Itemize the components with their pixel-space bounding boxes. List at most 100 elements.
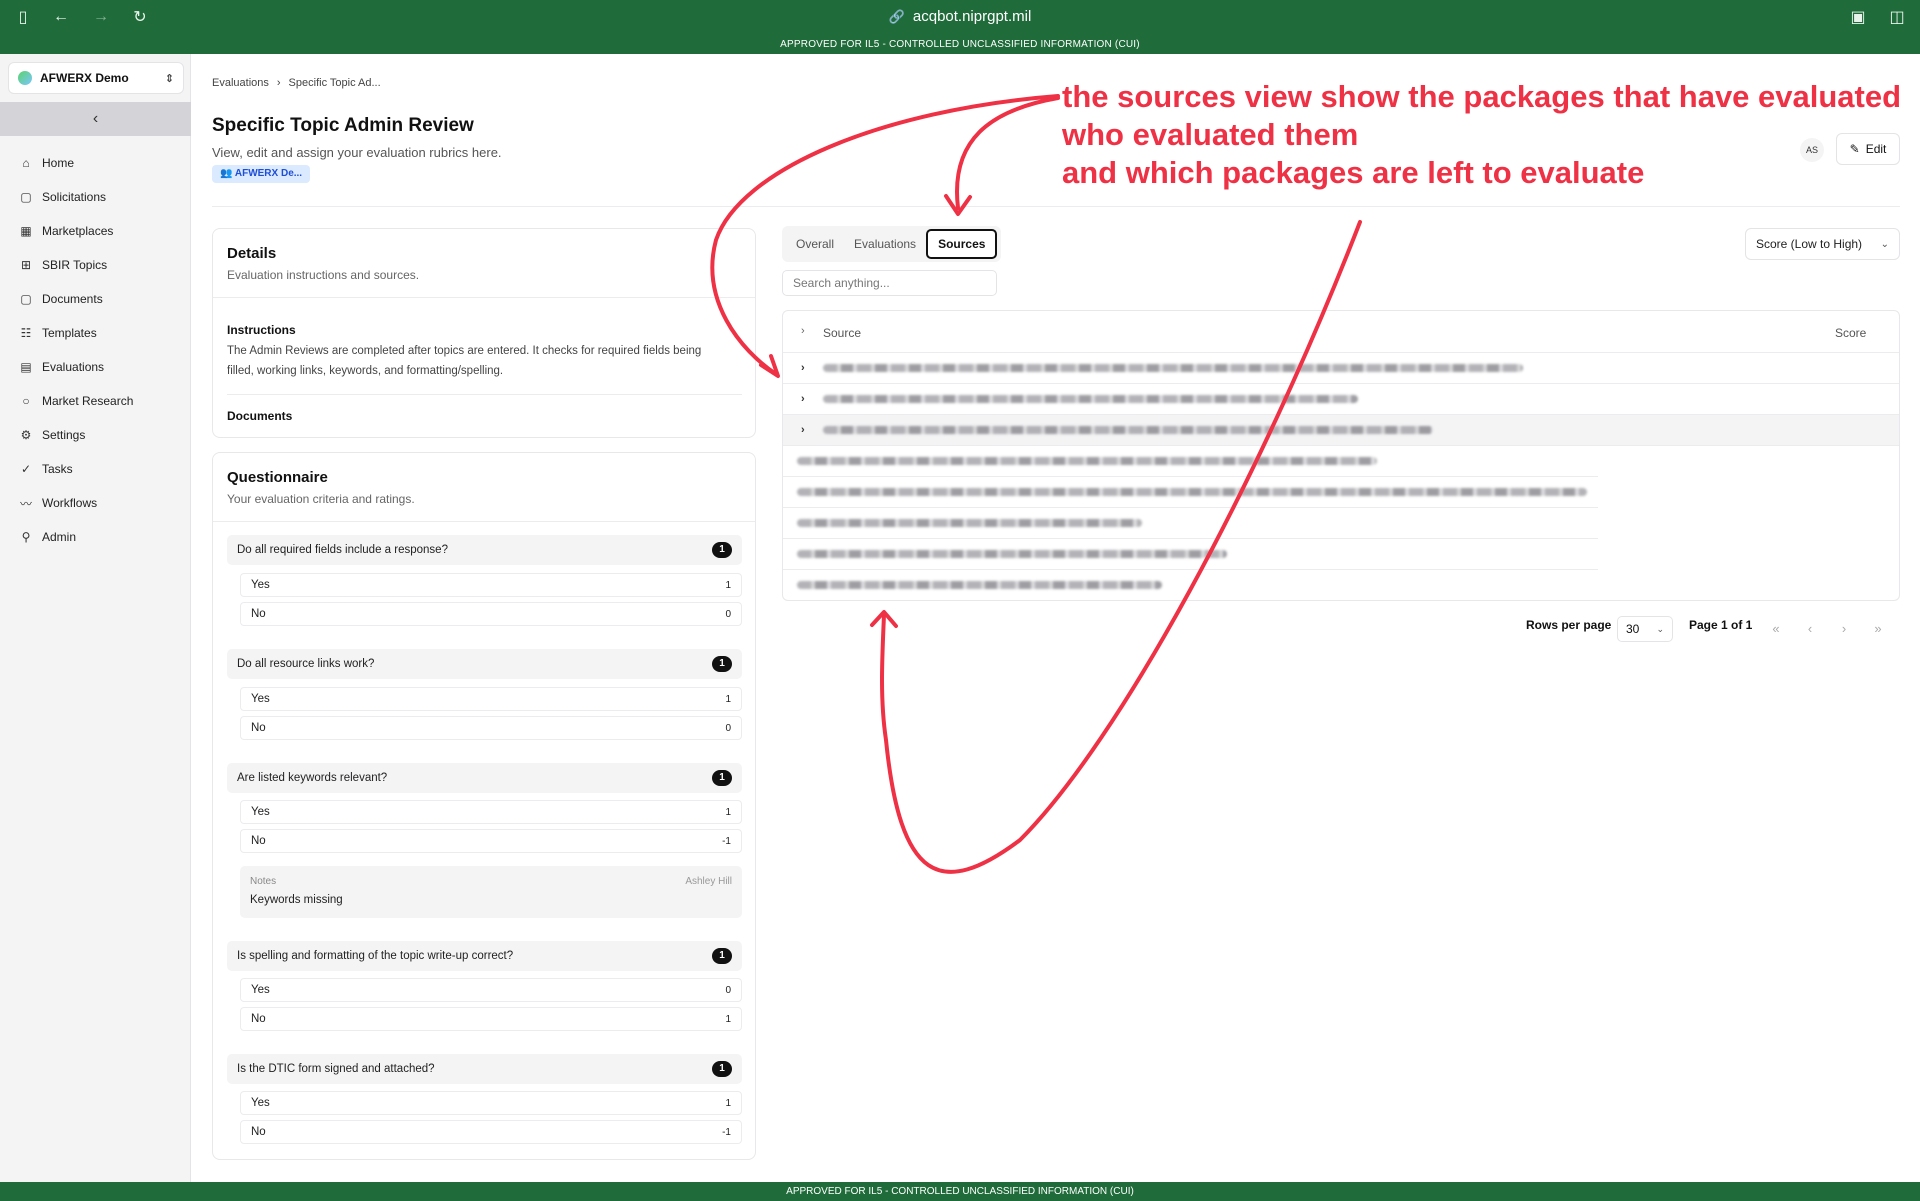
sidebar-item-workflows[interactable]: 〰 Workflows <box>0 486 191 520</box>
arrow-to-sources-tab <box>955 96 1060 210</box>
option-row[interactable]: No 0 <box>240 602 742 626</box>
option-label: No <box>251 1013 266 1025</box>
option-row[interactable]: No -1 <box>240 1120 742 1144</box>
option-row[interactable]: Yes 1 <box>240 573 742 597</box>
redacted-source <box>797 488 1587 496</box>
rows-per-page-label: Rows per page <box>1526 618 1612 632</box>
table-row[interactable] <box>783 477 1598 508</box>
option-row[interactable]: No 0 <box>240 716 742 740</box>
table-row[interactable] <box>783 570 1598 601</box>
sidebar-item-evaluations[interactable]: ▤ Evaluations <box>0 350 191 384</box>
sources-table: › Source Score › › › <box>782 310 1900 601</box>
chevron-right-icon[interactable]: › <box>801 393 805 405</box>
sidebar-item-marketplaces[interactable]: ▦ Marketplaces <box>0 214 191 248</box>
tab-overall[interactable]: Overall <box>786 229 844 259</box>
expand-all-icon[interactable]: › <box>801 325 805 337</box>
trend-icon: 〰 <box>19 496 32 511</box>
table-row[interactable] <box>783 508 1598 539</box>
sidebar-item-home[interactable]: ⌂ Home <box>0 146 191 180</box>
sidebar-item-label: Workflows <box>42 496 98 510</box>
extension-icon[interactable]: ▣ <box>1849 8 1867 26</box>
address-bar[interactable]: 🔗 acqbot.niprgpt.mil <box>0 8 1920 25</box>
question-header[interactable]: Do all required fields include a respons… <box>227 535 742 565</box>
option-row[interactable]: Yes 1 <box>240 800 742 824</box>
check-icon: ✓ <box>20 462 32 476</box>
org-name: AFWERX Demo <box>40 71 129 85</box>
question-header[interactable]: Is the DTIC form signed and attached? 1 <box>227 1054 742 1084</box>
prev-page-icon[interactable]: ‹ <box>1797 616 1823 642</box>
table-row[interactable] <box>783 446 1598 477</box>
chevron-right-icon[interactable]: › <box>801 424 805 436</box>
option-label: No <box>251 835 266 847</box>
annotation-line: who evaluated them <box>1062 117 1359 152</box>
redacted-source <box>823 426 1433 434</box>
option-label: Yes <box>251 693 270 705</box>
sidebar-item-label: Market Research <box>42 394 134 408</box>
sidebar-item-tasks[interactable]: ✓ Tasks <box>0 452 191 486</box>
first-page-icon[interactable]: « <box>1763 616 1789 642</box>
clipboard-icon: ▤ <box>20 360 32 374</box>
next-page-icon[interactable]: › <box>1831 616 1857 642</box>
sidebar-item-market-research[interactable]: ○ Market Research <box>0 384 191 418</box>
column-score[interactable]: Score <box>1835 326 1866 340</box>
table-row[interactable] <box>783 539 1598 570</box>
instructions-text: The Admin Reviews are completed after to… <box>227 345 702 377</box>
question-score-badge: 1 <box>712 542 732 558</box>
split-view-icon[interactable]: ◫ <box>1888 8 1906 26</box>
option-row[interactable]: Yes 0 <box>240 978 742 1002</box>
breadcrumb-evaluations[interactable]: Evaluations <box>212 77 269 89</box>
table-row[interactable]: › <box>783 384 1899 415</box>
redacted-source <box>823 364 1523 372</box>
option-row[interactable]: Yes 1 <box>240 1091 742 1115</box>
sidebar-item-templates[interactable]: ☷ Templates <box>0 316 191 350</box>
sidebar-item-sbir-topics[interactable]: ⊞ SBIR Topics <box>0 248 191 282</box>
redacted-source <box>797 457 1377 465</box>
sidebar-item-label: Tasks <box>42 462 73 476</box>
tab-evaluations[interactable]: Evaluations <box>844 229 926 259</box>
option-label: No <box>251 722 266 734</box>
question-score-badge: 1 <box>712 948 732 964</box>
last-page-icon[interactable]: » <box>1865 616 1891 642</box>
details-subtitle: Evaluation instructions and sources. <box>227 268 420 282</box>
notes-box: Notes Ashley Hill Keywords missing <box>240 866 742 918</box>
sidebar-item-label: Templates <box>42 326 97 340</box>
breadcrumb-separator: › <box>276 77 281 89</box>
collapse-sidebar-button[interactable]: ‹ <box>0 102 191 136</box>
chevron-right-icon[interactable]: › <box>801 362 805 374</box>
question-score-badge: 1 <box>712 770 732 786</box>
option-value: -1 <box>722 835 731 847</box>
question-header[interactable]: Do all resource links work? 1 <box>227 649 742 679</box>
search-input[interactable]: Search anything... <box>782 270 997 296</box>
sidebar-item-label: Admin <box>42 530 77 544</box>
sort-select[interactable]: Score (Low to High) ⌄ <box>1745 228 1900 260</box>
notes-author: Ashley Hill <box>685 876 732 887</box>
sidebar-item-solicitations[interactable]: ▢ Solicitations <box>0 180 191 214</box>
option-row[interactable]: No 1 <box>240 1007 742 1031</box>
sidebar-item-label: Solicitations <box>42 190 107 204</box>
redacted-source <box>823 395 1358 403</box>
option-label: No <box>251 1126 266 1138</box>
instructions-title: Instructions <box>227 323 296 337</box>
store-icon: ▦ <box>20 224 32 238</box>
annotation-line: the sources view show the packages that … <box>1062 79 1902 114</box>
option-value: 1 <box>725 1013 731 1025</box>
sidebar-item-documents[interactable]: ▢ Documents <box>0 282 191 316</box>
table-row[interactable]: › <box>783 353 1899 384</box>
sidebar-item-admin[interactable]: ⚲ Admin <box>0 520 191 554</box>
table-row[interactable]: › <box>783 415 1899 446</box>
question-header[interactable]: Are listed keywords relevant? 1 <box>227 763 742 793</box>
rows-per-page-select[interactable]: 30 ⌄ <box>1617 616 1673 642</box>
sidebar-nav: ⌂ Home ▢ Solicitations ▦ Marketplaces ⊞ SBIR… <box>0 146 191 554</box>
chevron-up-down-icon: ⇕ <box>164 72 174 85</box>
option-row[interactable]: No -1 <box>240 829 742 853</box>
org-switcher[interactable]: AFWERX Demo ⇕ <box>8 62 184 94</box>
sidebar-item-settings[interactable]: ⚙ Settings <box>0 418 191 452</box>
annotation-text: the sources view show the packages that … <box>1062 78 1920 192</box>
question-text: Are listed keywords relevant? <box>237 772 388 784</box>
option-row[interactable]: Yes 1 <box>240 687 742 711</box>
option-value: 1 <box>725 693 731 705</box>
question-header[interactable]: Is spelling and formatting of the topic … <box>227 941 742 971</box>
column-source[interactable]: Source <box>823 326 861 340</box>
view-tabs: Overall Evaluations Sources <box>782 226 1002 262</box>
tab-sources[interactable]: Sources <box>926 229 998 259</box>
